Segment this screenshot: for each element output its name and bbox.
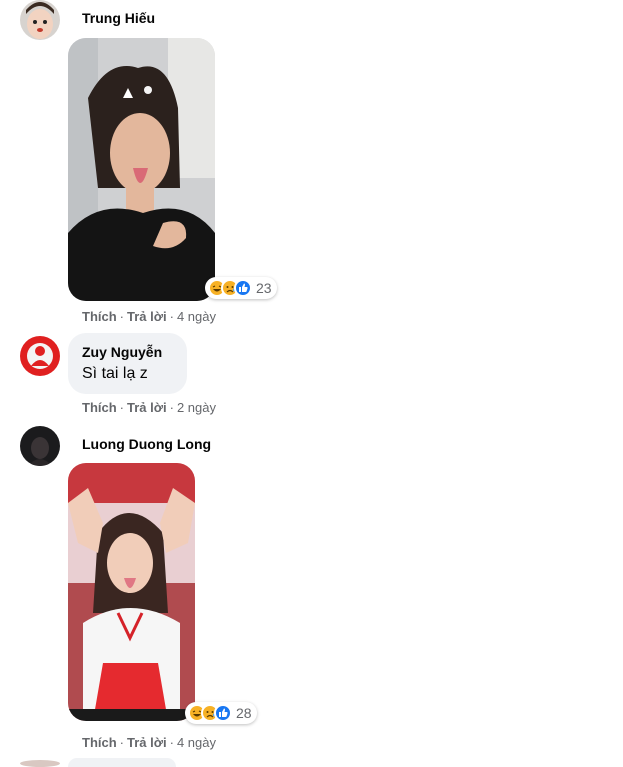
avatar[interactable]: [20, 0, 60, 40]
reaction-count: 28: [236, 705, 252, 721]
reaction-summary[interactable]: 28: [185, 702, 257, 724]
avatar[interactable]: [20, 760, 60, 767]
comment-author[interactable]: Zuy Nguyễn: [82, 344, 162, 360]
comment-bubble: Zuy Nguyễn Sì tai lạ z: [68, 333, 187, 394]
separator: ·: [119, 735, 125, 750]
reply-button[interactable]: Trả lời: [127, 735, 167, 750]
avatar[interactable]: [20, 336, 60, 376]
comment-video-thumbnail[interactable]: [68, 38, 215, 301]
separator: ·: [169, 735, 174, 750]
reply-button[interactable]: Trả lời: [127, 400, 167, 415]
like-button[interactable]: Thích: [82, 309, 117, 324]
like-icon: [214, 704, 232, 722]
reaction-count: 23: [256, 280, 272, 296]
comment-timestamp[interactable]: 4 ngày: [177, 735, 216, 750]
comment-author[interactable]: Trung Hiếu: [82, 10, 155, 26]
comment-actions: Thích · Trả lời · 4 ngày: [82, 309, 216, 324]
avatar[interactable]: [20, 426, 60, 466]
comment-actions: Thích · Trả lời · 2 ngày: [82, 400, 216, 415]
separator: ·: [169, 309, 174, 324]
like-icon: [234, 279, 252, 297]
separator: ·: [119, 400, 125, 415]
comment-bubble: [68, 758, 176, 767]
reply-button[interactable]: Trả lời: [127, 309, 167, 324]
comment-timestamp[interactable]: 2 ngày: [177, 400, 216, 415]
like-button[interactable]: Thích: [82, 400, 117, 415]
reaction-summary[interactable]: 23: [205, 277, 277, 299]
comment-text: Sì tai lạ z: [82, 365, 148, 382]
comment-timestamp[interactable]: 4 ngày: [177, 309, 216, 324]
comment-actions: Thích · Trả lời · 4 ngày: [82, 735, 216, 750]
separator: ·: [119, 309, 125, 324]
comment-author[interactable]: Luong Duong Long: [82, 436, 211, 452]
comment-video-thumbnail[interactable]: [68, 463, 195, 721]
like-button[interactable]: Thích: [82, 735, 117, 750]
separator: ·: [169, 400, 174, 415]
